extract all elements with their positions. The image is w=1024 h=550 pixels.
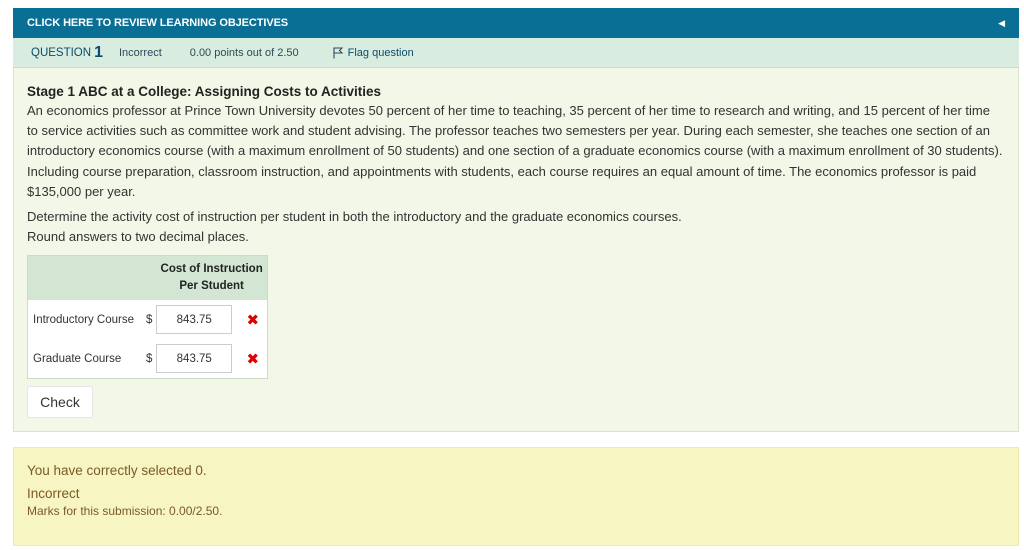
table-row: Graduate Course $ ✖ <box>27 339 268 379</box>
flag-question-label: Flag question <box>347 46 414 59</box>
caret-left-icon[interactable]: ◀ <box>998 18 1005 29</box>
table-row: Introductory Course $ ✖ <box>27 300 268 340</box>
graduate-cost-input[interactable] <box>156 344 233 374</box>
check-button[interactable]: Check <box>27 385 93 418</box>
introductory-cost-input[interactable] <box>156 305 233 335</box>
column-header: Cost of Instruction Per Student <box>156 255 268 301</box>
feedback-state: Incorrect <box>27 486 80 501</box>
question-state: Incorrect <box>118 46 162 59</box>
learning-objectives-link[interactable]: CLICK HERE TO REVIEW LEARNING OBJECTIVES <box>27 17 288 29</box>
feedback-panel: You have correctly selected 0. Incorrect… <box>13 447 1019 546</box>
question-title: Stage 1 ABC at a College: Assigning Cost… <box>27 84 382 99</box>
question-label: QUESTION <box>31 46 92 59</box>
table-corner <box>27 255 157 301</box>
currency-symbol: $ <box>145 339 157 379</box>
question-info-bar: QUESTION 1 Incorrect 0.00 points out of … <box>13 38 1019 68</box>
question-content: Stage 1 ABC at a College: Assigning Cost… <box>13 68 1019 432</box>
question-number: 1 <box>94 43 103 61</box>
flag-icon <box>333 46 343 58</box>
row-label-introductory: Introductory Course <box>27 300 146 340</box>
feedback-marks: Marks for this submission: 0.00/2.50. <box>27 504 223 518</box>
rounding-note: Round answers to two decimal places. <box>27 229 249 245</box>
row-label-graduate: Graduate Course <box>27 339 146 379</box>
instruction-text: Determine the activity cost of instructi… <box>27 209 682 225</box>
flag-question-button[interactable]: Flag question <box>333 47 414 59</box>
incorrect-icon: ✖ <box>238 339 268 379</box>
currency-symbol: $ <box>145 300 157 340</box>
question-grade: 0.00 points out of 2.50 <box>189 46 299 59</box>
question-instruction: Determine the activity cost of instructi… <box>27 207 1004 247</box>
incorrect-icon: ✖ <box>238 300 268 340</box>
question-paragraph: An economics professor at Prince Town Un… <box>27 103 1003 199</box>
feedback-selected: You have correctly selected 0. <box>27 463 207 478</box>
answer-table: Cost of Instruction Per Student Introduc… <box>27 255 268 379</box>
learning-objectives-bar[interactable]: CLICK HERE TO REVIEW LEARNING OBJECTIVES… <box>13 8 1019 38</box>
